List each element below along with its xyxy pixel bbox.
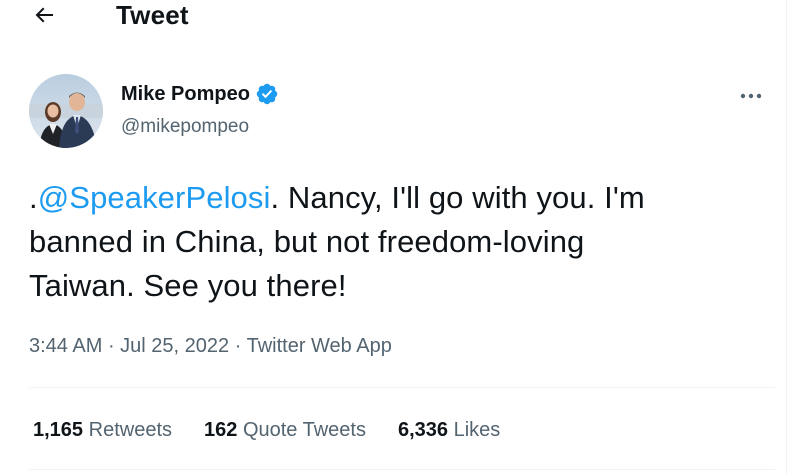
meta-separator: · bbox=[102, 335, 121, 357]
tweet-text-prefix: . bbox=[29, 180, 38, 215]
quote-tweets-count: 162 bbox=[204, 419, 238, 441]
author-name-row: Mike Pompeo bbox=[121, 82, 279, 106]
tweet-author: Mike Pompeo @mikepompeo bbox=[29, 74, 769, 154]
retweets-label: Retweets bbox=[88, 419, 172, 441]
back-button[interactable] bbox=[26, 0, 62, 30]
page-title: Tweet bbox=[116, 0, 189, 30]
tweet-date[interactable]: Jul 25, 2022 bbox=[120, 335, 229, 357]
tweet-source[interactable]: Twitter Web App bbox=[247, 335, 392, 357]
tweet-stats: 1,165 Retweets 162 Quote Tweets 6,336 Li… bbox=[33, 417, 532, 443]
mention-link[interactable]: @SpeakerPelosi bbox=[38, 180, 271, 215]
avatar[interactable] bbox=[29, 74, 103, 148]
page-header: Tweet bbox=[0, 0, 786, 34]
arrow-left-icon bbox=[35, 7, 53, 23]
author-handle[interactable]: @mikepompeo bbox=[121, 116, 249, 138]
avatar-photo-icon bbox=[29, 74, 103, 148]
likes-label: Likes bbox=[453, 419, 501, 441]
tweet-time[interactable]: 3:44 AM bbox=[29, 335, 102, 357]
likes-count: 6,336 bbox=[397, 419, 449, 441]
quote-tweets-stat[interactable]: 162 Quote Tweets bbox=[204, 417, 366, 443]
divider bbox=[29, 387, 775, 388]
tweet-detail-page: Tweet Mike Pompeo @mikepompeo .@SpeakerP… bbox=[0, 0, 787, 474]
tweet-text: .@SpeakerPelosi. Nancy, I'll go with you… bbox=[29, 176, 769, 308]
more-options-button[interactable] bbox=[733, 84, 769, 108]
tweet-metadata: 3:44 AM · Jul 25, 2022 · Twitter Web App bbox=[29, 333, 392, 359]
meta-separator: · bbox=[229, 335, 247, 357]
retweets-stat[interactable]: 1,165 Retweets bbox=[33, 417, 172, 443]
divider bbox=[29, 469, 775, 470]
more-horizontal-icon bbox=[740, 93, 762, 99]
author-name[interactable]: Mike Pompeo bbox=[121, 82, 250, 106]
retweets-count: 1,165 bbox=[33, 419, 84, 441]
likes-stat[interactable]: 6,336 Likes bbox=[398, 417, 500, 443]
quote-tweets-label: Quote Tweets bbox=[242, 419, 366, 441]
verified-badge-icon bbox=[255, 82, 279, 106]
